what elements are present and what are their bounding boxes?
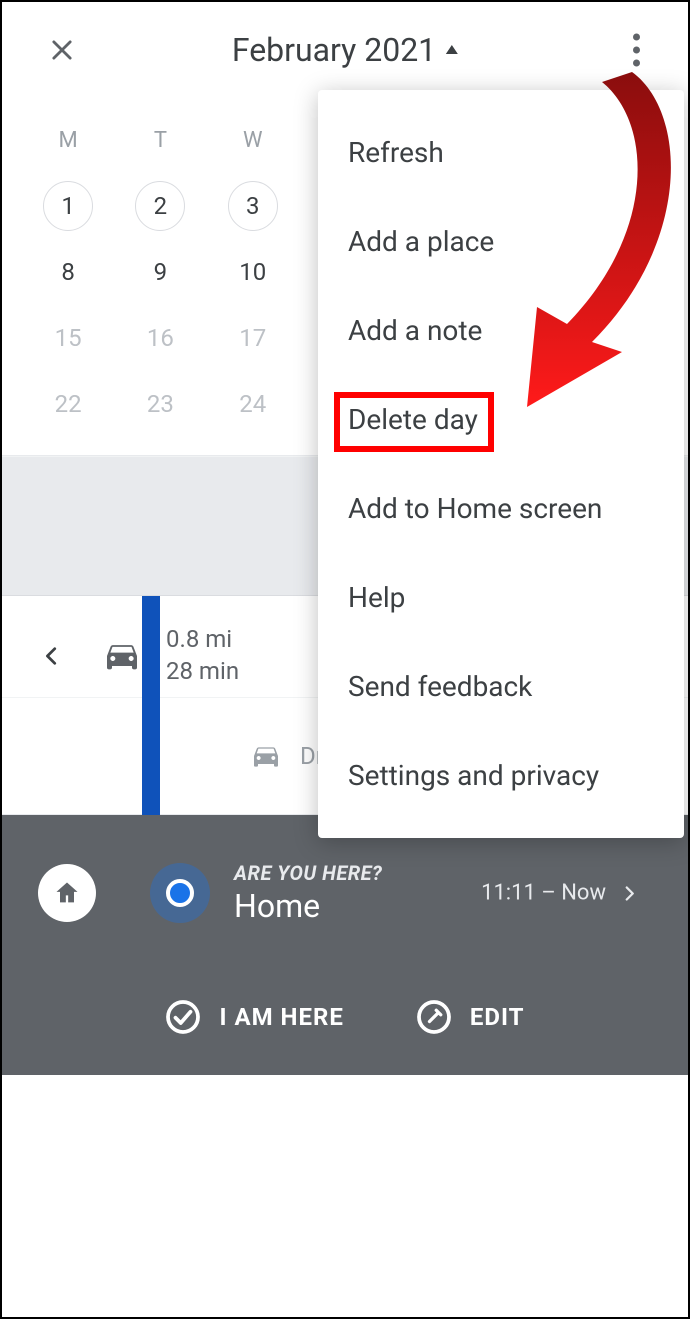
calendar-day[interactable]: 10 [207,239,299,305]
header: February 2021 [2,2,688,97]
home-button[interactable] [38,864,96,922]
kebab-dot [633,59,640,66]
action-label: I AM HERE [219,1003,343,1031]
overflow-menu-button[interactable] [623,23,650,76]
month-title: February 2021 [232,31,436,69]
car-icon [250,740,282,772]
overflow-menu: Refresh Add a place Add a note Delete da… [318,90,684,838]
location-name: Home [234,887,382,925]
dow-label: M [22,107,114,173]
menu-item-add-place[interactable]: Add a place [318,197,684,286]
calendar-day[interactable]: 9 [114,239,206,305]
menu-item-delete-day[interactable]: Delete day [318,375,684,464]
calendar-day[interactable]: 16 [114,305,206,371]
chevron-left-icon [41,645,63,667]
drive-distance: 0.8 mi [166,624,239,655]
menu-item-add-home-screen[interactable]: Add to Home screen [318,464,684,553]
location-question: ARE YOU HERE? [234,861,382,885]
calendar-day-circled: 1 [43,181,93,231]
menu-item-help[interactable]: Help [318,553,684,642]
calendar-day[interactable]: 24 [207,371,299,437]
back-button[interactable] [2,645,102,667]
calendar-day[interactable]: 15 [22,305,114,371]
menu-item-settings-privacy[interactable]: Settings and privacy [318,731,684,820]
calendar-day[interactable]: 1 [22,173,114,239]
dow-label: T [114,107,206,173]
calendar-day[interactable]: 23 [114,371,206,437]
location-card: ARE YOU HERE? Home 11:11 – Now I AM HERE… [2,815,688,1075]
kebab-dot [633,33,640,40]
location-actions: I AM HERE EDIT [32,999,658,1035]
edit-circle-icon [416,999,452,1035]
month-picker[interactable]: February 2021 [232,31,458,69]
calendar-day[interactable]: 22 [22,371,114,437]
menu-item-refresh[interactable]: Refresh [318,108,684,197]
location-time: 11:11 – Now [481,881,606,906]
location-dot-icon [166,879,194,907]
check-circle-icon [165,999,201,1035]
calendar-day[interactable]: 17 [207,305,299,371]
car-icon [102,636,142,676]
close-button[interactable] [42,30,82,70]
close-icon [48,36,76,64]
calendar-day-circled: 2 [135,181,185,231]
edit-button[interactable]: EDIT [416,999,525,1035]
home-icon [53,879,81,907]
action-label: EDIT [470,1003,525,1031]
calendar-day[interactable]: 8 [22,239,114,305]
location-time-button[interactable]: 11:11 – Now [481,881,638,906]
calendar-day-circled: 3 [228,181,278,231]
kebab-dot [633,46,640,53]
chevron-right-icon [620,884,638,902]
i-am-here-button[interactable]: I AM HERE [165,999,343,1035]
drive-duration: 28 min [166,656,239,687]
calendar-day[interactable]: 2 [114,173,206,239]
calendar-day[interactable]: 3 [207,173,299,239]
collapse-icon [446,45,458,54]
menu-item-add-note[interactable]: Add a note [318,286,684,375]
current-location-dot [150,863,210,923]
dow-label: W [207,107,299,173]
menu-item-send-feedback[interactable]: Send feedback [318,642,684,731]
